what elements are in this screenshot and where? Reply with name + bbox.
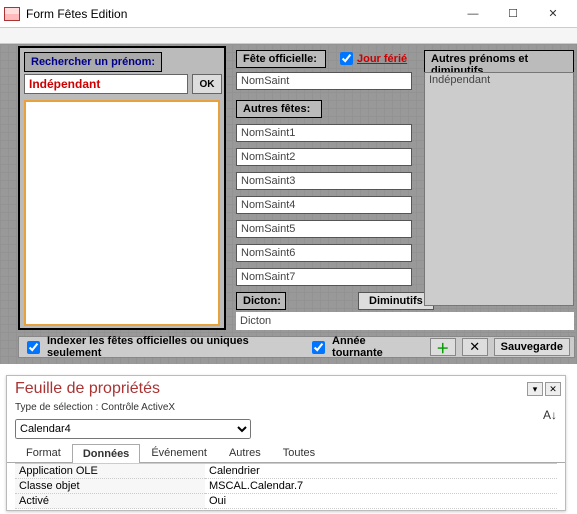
diminutifs-button[interactable]: Diminutifs	[358, 292, 434, 310]
dicton-field[interactable]: Dicton	[236, 312, 574, 330]
window-title: Form Fêtes Edition	[26, 7, 453, 21]
dicton-label: Dicton:	[236, 292, 286, 310]
minimize-button[interactable]: —	[453, 2, 493, 26]
ok-button[interactable]: OK	[192, 74, 222, 94]
search-panel: Rechercher un prénom: Indépendant OK	[18, 46, 226, 330]
nomsaint1-field[interactable]: NomSaint1	[236, 124, 412, 142]
prop-key: Activé	[15, 494, 205, 509]
nomsaint-field[interactable]: NomSaint	[236, 72, 412, 90]
property-sheet[interactable]: Feuille de propriétés ▾ ✕ Type de sélect…	[6, 375, 566, 511]
autres-prenoms-list[interactable]: Indépendant	[424, 72, 574, 306]
sort-icon[interactable]: A↓	[543, 408, 557, 422]
holiday-checkbox[interactable]: Jour férié	[340, 52, 407, 65]
property-sheet-close-icon[interactable]: ✕	[545, 382, 561, 396]
prop-val[interactable]: Oui	[205, 494, 557, 509]
nomsaint3-field[interactable]: NomSaint3	[236, 172, 412, 190]
prop-key: Classe objet	[15, 479, 205, 494]
property-sheet-title: Feuille de propriétés	[11, 378, 527, 400]
add-button[interactable]: ＋	[430, 338, 456, 356]
index-checkbox[interactable]: Indexer les fêtes officielles ou uniques…	[23, 335, 302, 359]
form-design-surface[interactable]: Rechercher un prénom: Indépendant OK Fêt…	[0, 44, 577, 364]
close-button[interactable]: ✕	[533, 2, 573, 26]
prop-key: Application OLE	[15, 464, 205, 479]
autres-fetes-label: Autres fêtes:	[236, 100, 322, 118]
maximize-button[interactable]: ☐	[493, 2, 533, 26]
holiday-checkbox-label: Jour férié	[357, 53, 407, 65]
index-checkbox-label: Indexer les fêtes officielles ou uniques…	[47, 335, 302, 359]
property-grid[interactable]: Application OLE Calendrier Classe objet …	[15, 463, 557, 509]
save-button[interactable]: Sauvegarde	[494, 338, 570, 356]
tab-toutes[interactable]: Toutes	[272, 443, 326, 462]
calendar-activex[interactable]	[24, 100, 220, 326]
search-input[interactable]: Indépendant	[24, 74, 188, 94]
holiday-checkbox-input[interactable]	[340, 52, 353, 65]
annee-checkbox[interactable]: Année tournante	[308, 335, 418, 359]
nomsaint2-field[interactable]: NomSaint2	[236, 148, 412, 166]
object-selector[interactable]: Calendar4	[15, 419, 251, 439]
horizontal-ruler	[0, 28, 577, 44]
property-sheet-dropdown-icon[interactable]: ▾	[527, 382, 543, 396]
footer-bar: Indexer les fêtes officielles ou uniques…	[18, 336, 575, 358]
annee-checkbox-input[interactable]	[312, 341, 325, 354]
prop-val[interactable]: MSCAL.Calendar.7	[205, 479, 557, 494]
prop-val[interactable]: Calendrier	[205, 464, 557, 479]
property-sheet-subtitle: Type de sélection : Contrôle ActiveX	[7, 402, 565, 417]
tab-autres[interactable]: Autres	[218, 443, 272, 462]
search-label: Rechercher un prénom:	[24, 52, 162, 72]
tab-evenement[interactable]: Événement	[140, 443, 218, 462]
index-checkbox-input[interactable]	[27, 341, 40, 354]
nomsaint5-field[interactable]: NomSaint5	[236, 220, 412, 238]
annee-checkbox-label: Année tournante	[332, 335, 418, 359]
nomsaint7-field[interactable]: NomSaint7	[236, 268, 412, 286]
nomsaint6-field[interactable]: NomSaint6	[236, 244, 412, 262]
delete-button[interactable]: ✕	[462, 338, 488, 356]
tab-format[interactable]: Format	[15, 443, 72, 462]
titlebar: Form Fêtes Edition — ☐ ✕	[0, 0, 577, 28]
nomsaint4-field[interactable]: NomSaint4	[236, 196, 412, 214]
official-fete-label: Fête officielle:	[236, 50, 326, 68]
property-tabs: Format Données Événement Autres Toutes	[7, 443, 565, 463]
tab-donnees[interactable]: Données	[72, 444, 140, 463]
access-form-icon	[4, 7, 20, 21]
